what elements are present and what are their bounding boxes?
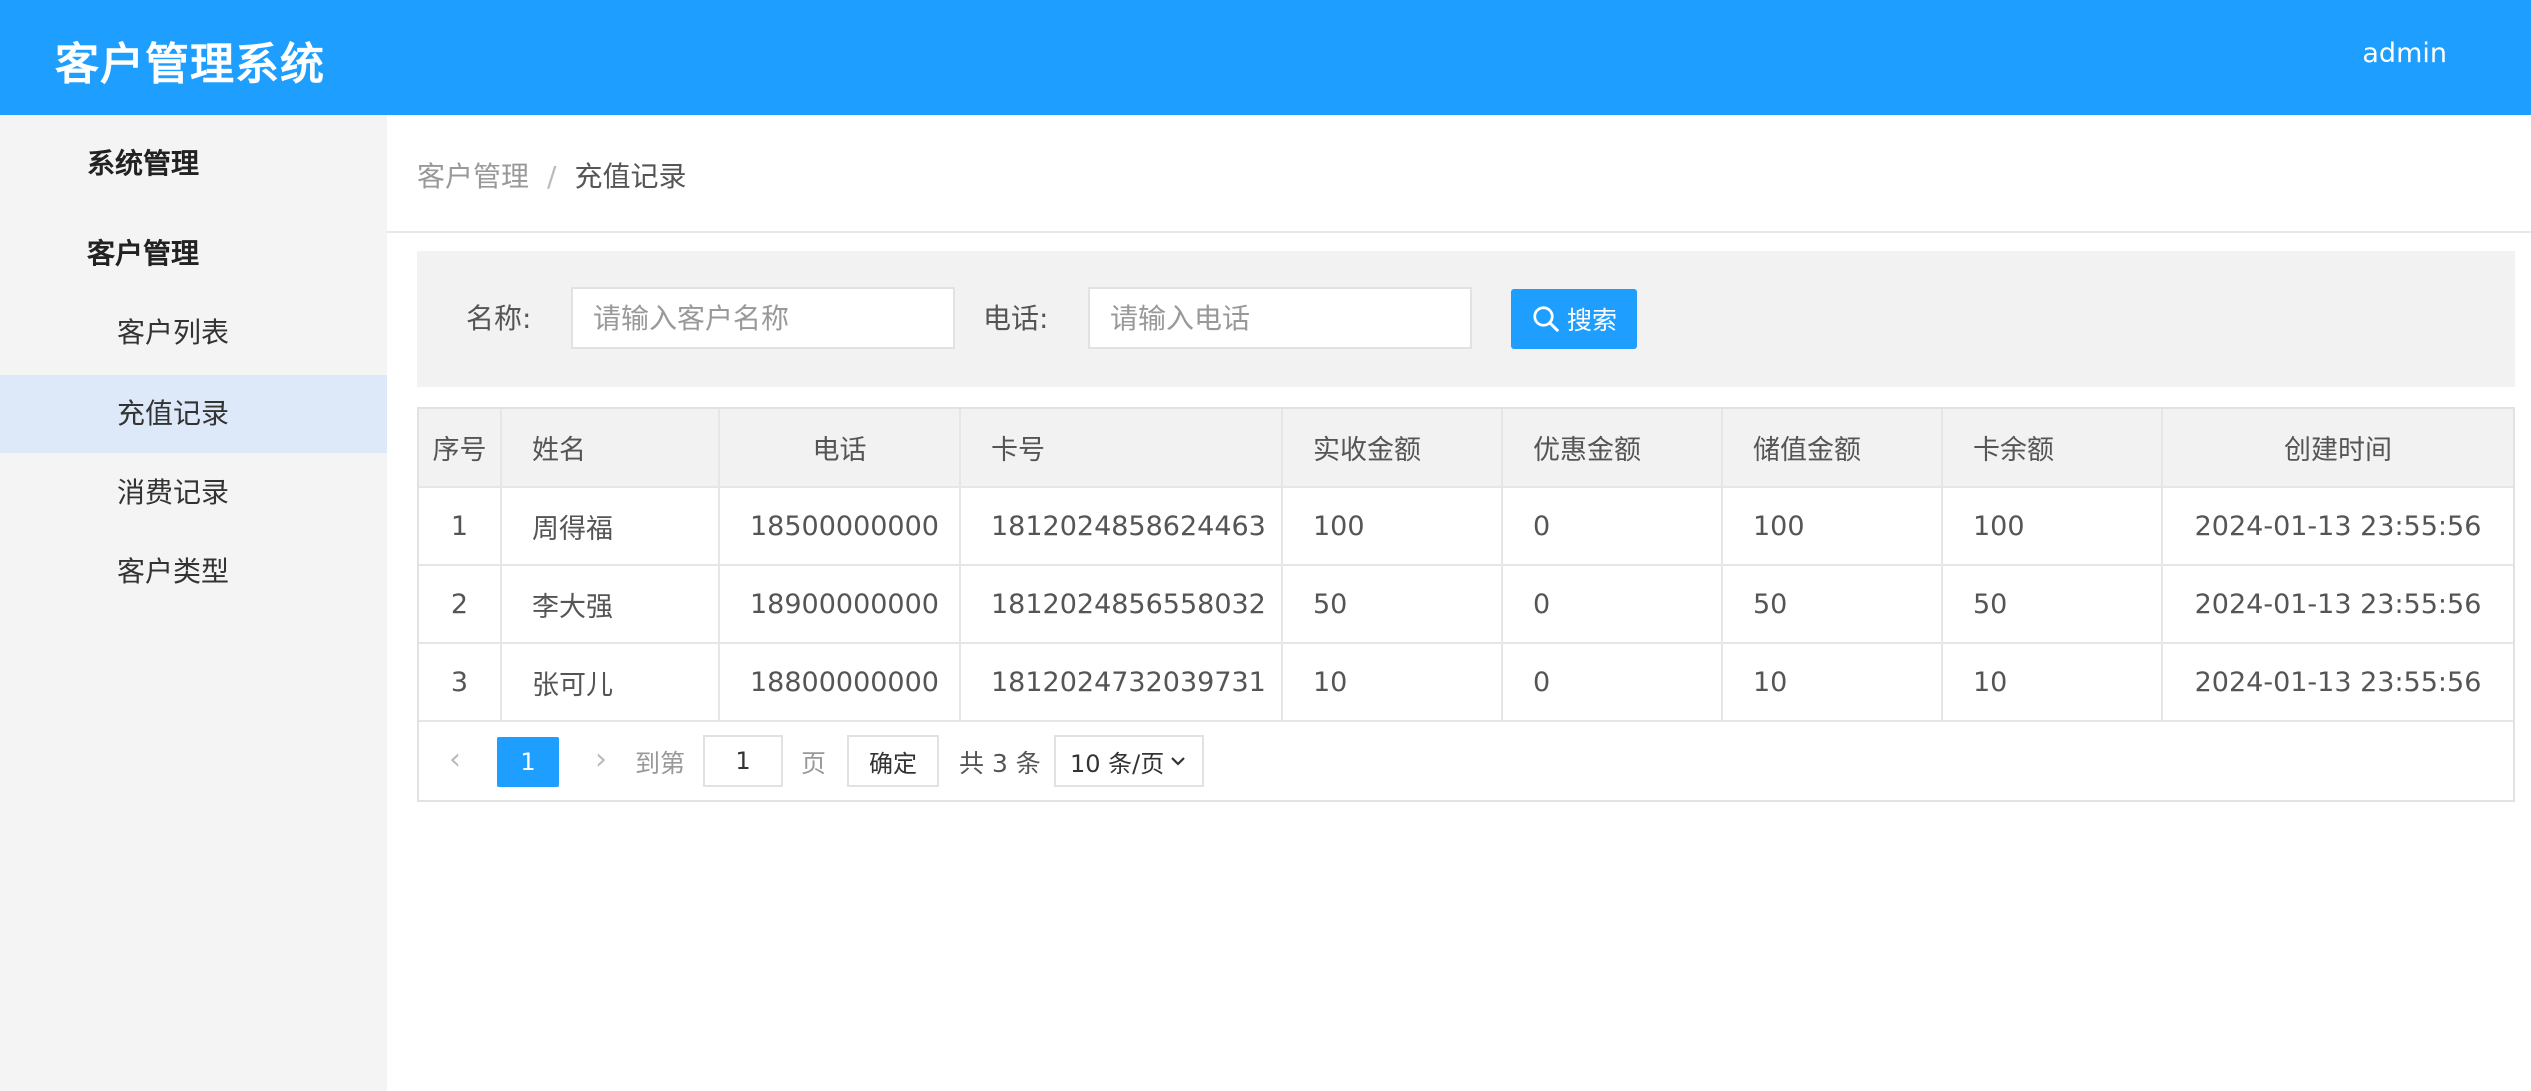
sidebar-item-customer-list[interactable]: 客户列表 xyxy=(0,294,387,372)
search-button[interactable]: 搜索 xyxy=(1511,289,1637,349)
cell-card-number: 1812024858624463 xyxy=(960,487,1283,566)
cell-stored-amount: 50 xyxy=(1722,565,1943,644)
goto-page-input[interactable] xyxy=(703,735,783,787)
page-size-select[interactable]: 10 条/页 xyxy=(1054,735,1204,787)
cell-card-balance: 100 xyxy=(1942,487,2163,566)
column-header-card-number: 卡号 xyxy=(960,409,1283,488)
sidebar-group-customer[interactable]: 客户管理 xyxy=(87,232,199,272)
cell-discount-amount: 0 xyxy=(1502,565,1723,644)
breadcrumb: 客户管理 / 充值记录 xyxy=(417,155,686,195)
cell-card-balance: 50 xyxy=(1942,565,2163,644)
sidebar-item-recharge-records[interactable]: 充值记录 xyxy=(0,375,387,453)
sidebar-item-customer-types[interactable]: 客户类型 xyxy=(0,533,387,611)
search-button-label: 搜索 xyxy=(1566,306,1617,335)
cell-index: 1 xyxy=(419,487,502,566)
phone-search-input[interactable] xyxy=(1088,287,1472,349)
sidebar: 系统管理 客户管理 客户列表 充值记录 消费记录 客户类型 xyxy=(0,115,387,1091)
cell-created-time: 2024-01-13 23:55:56 xyxy=(2162,643,2513,722)
column-header-stored-amount: 储值金额 xyxy=(1722,409,1943,488)
search-icon xyxy=(1533,306,1559,332)
breadcrumb-separator: / xyxy=(547,160,557,193)
cell-index: 2 xyxy=(419,565,502,644)
prev-page-icon[interactable]: ‹ xyxy=(449,742,461,777)
name-search-input[interactable] xyxy=(571,287,955,349)
cell-discount-amount: 0 xyxy=(1502,487,1723,566)
app-title: 客户管理系统 xyxy=(55,39,325,90)
column-header-received-amount: 实收金额 xyxy=(1282,409,1503,488)
sidebar-group-system[interactable]: 系统管理 xyxy=(87,142,199,182)
cell-stored-amount: 100 xyxy=(1722,487,1943,566)
column-header-discount-amount: 优惠金额 xyxy=(1502,409,1723,488)
cell-card-number: 1812024856558032 xyxy=(960,565,1283,644)
table-row: 2 李大强 18900000000 1812024856558032 50 0 … xyxy=(419,565,2513,644)
breadcrumb-parent[interactable]: 客户管理 xyxy=(417,160,529,193)
total-count: 共 3 条 xyxy=(959,749,1041,778)
column-header-name: 姓名 xyxy=(501,409,720,488)
page-size-value: 10 条/页 xyxy=(1070,749,1165,778)
cell-phone: 18900000000 xyxy=(719,565,961,644)
cell-card-number: 1812024732039731 xyxy=(960,643,1283,722)
recharge-table: 序号 姓名 电话 卡号 实收金额 优惠金额 储值金额 卡余额 创建时间 1 周得… xyxy=(417,407,2515,802)
pagination: ‹ 1 › 到第 页 确定 共 3 条 10 条/页 xyxy=(419,722,2513,800)
top-header: 客户管理系统 admin xyxy=(0,0,2531,115)
cell-phone: 18500000000 xyxy=(719,487,961,566)
cell-received-amount: 50 xyxy=(1282,565,1503,644)
column-header-created-time: 创建时间 xyxy=(2162,409,2513,488)
phone-label: 电话: xyxy=(983,302,1049,335)
column-header-card-balance: 卡余额 xyxy=(1942,409,2163,488)
cell-card-balance: 10 xyxy=(1942,643,2163,722)
sidebar-item-consumption-records[interactable]: 消费记录 xyxy=(0,454,387,532)
cell-created-time: 2024-01-13 23:55:56 xyxy=(2162,565,2513,644)
column-header-index: 序号 xyxy=(419,409,502,488)
chevron-down-icon xyxy=(1171,757,1185,766)
table-row: 3 张可儿 18800000000 1812024732039731 10 0 … xyxy=(419,643,2513,722)
next-page-icon[interactable]: › xyxy=(595,742,607,777)
cell-name: 周得福 xyxy=(501,487,720,566)
main-content: 客户管理 / 充值记录 名称: 电话: 搜索 序号 姓名 电话 卡号 实收金额 xyxy=(387,115,2531,1091)
name-label: 名称: xyxy=(466,302,532,335)
search-panel: 名称: 电话: 搜索 xyxy=(417,251,2515,387)
user-menu[interactable]: admin xyxy=(2362,38,2447,69)
cell-name: 李大强 xyxy=(501,565,720,644)
cell-stored-amount: 10 xyxy=(1722,643,1943,722)
goto-confirm-button[interactable]: 确定 xyxy=(847,735,939,787)
breadcrumb-current: 充值记录 xyxy=(574,160,687,193)
cell-phone: 18800000000 xyxy=(719,643,961,722)
column-header-phone: 电话 xyxy=(719,409,961,488)
table-header-row: 序号 姓名 电话 卡号 实收金额 优惠金额 储值金额 卡余额 创建时间 xyxy=(419,409,2513,488)
page-button-current[interactable]: 1 xyxy=(497,737,559,787)
cell-discount-amount: 0 xyxy=(1502,643,1723,722)
cell-received-amount: 100 xyxy=(1282,487,1503,566)
cell-name: 张可儿 xyxy=(501,643,720,722)
goto-label: 到第 xyxy=(635,749,686,778)
cell-created-time: 2024-01-13 23:55:56 xyxy=(2162,487,2513,566)
cell-index: 3 xyxy=(419,643,502,722)
divider xyxy=(387,231,2531,233)
cell-received-amount: 10 xyxy=(1282,643,1503,722)
page-unit-label: 页 xyxy=(801,749,827,778)
table-row: 1 周得福 18500000000 1812024858624463 100 0… xyxy=(419,487,2513,566)
